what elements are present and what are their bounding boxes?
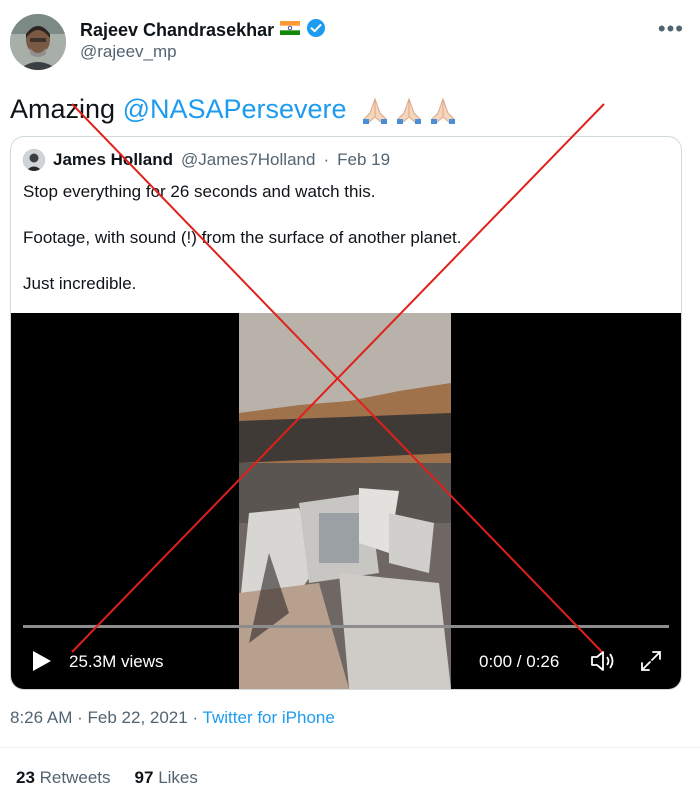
quoted-header: James Holland @James7Holland · Feb 19 — [23, 149, 390, 171]
more-options-button[interactable]: ••• — [658, 16, 684, 42]
retweets-stat[interactable]: 23 Retweets — [16, 768, 111, 788]
prayer-emojis — [360, 97, 458, 125]
tweet-text: Amazing @NASAPersevere — [10, 94, 458, 125]
verified-badge-icon — [306, 18, 326, 43]
likes-label: Likes — [158, 768, 198, 787]
quoted-text-line-2: Footage, with sound (!) from the surface… — [23, 228, 462, 247]
tweet-timestamp: 8:26 AM · Feb 22, 2021 · Twitter for iPh… — [10, 708, 335, 728]
video-player[interactable]: 25.3M views 0:00 / 0:26 — [11, 313, 681, 689]
author-handle[interactable]: @rajeev_mp — [80, 42, 177, 62]
video-views: 25.3M views — [69, 652, 164, 671]
timestamp-separator: · — [77, 708, 83, 727]
author-avatar[interactable] — [10, 14, 66, 70]
fullscreen-icon[interactable] — [639, 649, 663, 673]
retweets-label: Retweets — [39, 768, 111, 787]
quoted-date: Feb 19 — [337, 150, 391, 169]
tweet-time[interactable]: 8:26 AM — [10, 708, 72, 727]
video-time: 0:00 / 0:26 — [479, 652, 560, 671]
tweet-body: Amazing — [10, 94, 116, 124]
retweets-count: 23 — [16, 768, 35, 787]
tweet-date[interactable]: Feb 22, 2021 — [88, 708, 188, 727]
quoted-text-line-3: Just incredible. — [23, 274, 137, 293]
quoted-text-line-1: Stop everything for 26 seconds and watch… — [23, 182, 376, 201]
likes-count: 97 — [134, 768, 154, 787]
folded-hands-icon — [431, 97, 456, 124]
quoted-author-handle: @James7Holland — [181, 150, 316, 169]
tweet-stats: 23 Retweets 97 Likes — [16, 768, 198, 788]
play-icon[interactable] — [31, 649, 53, 673]
tweet-mention-link[interactable]: @NASAPersevere — [123, 94, 347, 124]
folded-hands-icon — [397, 97, 422, 124]
quoted-author-name: James Holland — [53, 150, 173, 169]
video-progress-bar[interactable] — [23, 625, 669, 628]
india-flag-icon — [279, 20, 301, 40]
quoted-tweet-card[interactable]: James Holland @James7Holland · Feb 19 St… — [10, 136, 682, 690]
volume-icon[interactable] — [589, 649, 619, 673]
quoted-separator: · — [323, 150, 330, 169]
quoted-avatar — [23, 149, 45, 171]
divider — [0, 747, 700, 748]
video-frame — [239, 313, 451, 689]
author-name[interactable]: Rajeev Chandrasekhar — [80, 20, 274, 41]
folded-hands-icon — [363, 97, 388, 124]
timestamp-separator-2: · — [192, 708, 199, 727]
tweet-source-link[interactable]: Twitter for iPhone — [203, 708, 335, 727]
author-name-row: Rajeev Chandrasekhar — [80, 18, 326, 43]
likes-stat[interactable]: 97 Likes — [135, 768, 198, 788]
